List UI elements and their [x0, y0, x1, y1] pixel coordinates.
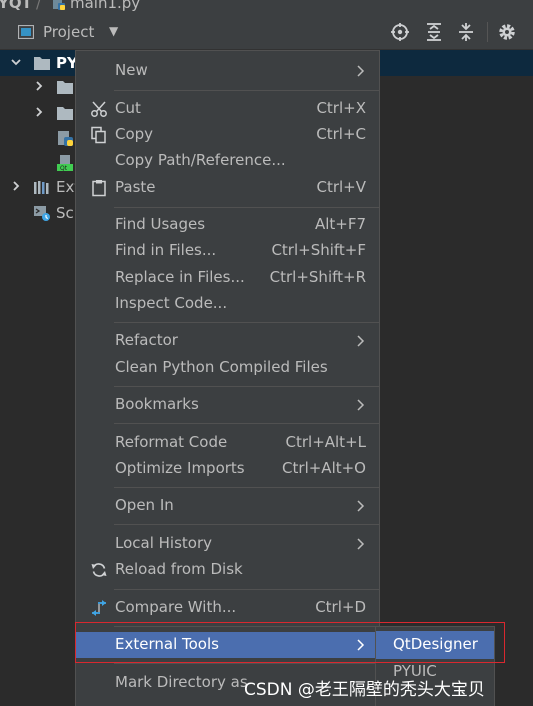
- folder-icon: [34, 57, 50, 70]
- menu-item-find-usages[interactable]: Find Usages Alt+F7: [76, 212, 379, 238]
- menu-item-reformat-code[interactable]: Reformat Code Ctrl+Alt+L: [76, 430, 379, 456]
- menu-shortcut: Ctrl+Alt+O: [282, 459, 366, 477]
- breadcrumb-separator: /: [36, 0, 42, 12]
- submenu-item-qtdesigner[interactable]: QtDesigner: [376, 631, 494, 659]
- menu-shortcut: Ctrl+V: [316, 178, 366, 196]
- chevron-right-icon: [357, 538, 365, 550]
- chevron-right-icon: [357, 399, 365, 411]
- context-menu: New Cut Ctrl+X Copy Ctrl+C Copy Path/Ref…: [75, 50, 380, 706]
- python-file-icon: [58, 131, 73, 146]
- menu-shortcut: Ctrl+Alt+L: [285, 433, 367, 451]
- project-toolwindow-header: Project ▼: [0, 14, 533, 50]
- chevron-right-icon[interactable]: [33, 80, 45, 92]
- menu-shortcut: Ctrl+C: [316, 125, 366, 143]
- locate-icon[interactable]: [390, 22, 410, 42]
- project-view-selector[interactable]: Project: [43, 23, 94, 41]
- breadcrumb-project[interactable]: YQT: [0, 0, 32, 12]
- settings-icon[interactable]: [497, 22, 517, 42]
- chevron-down-icon[interactable]: [10, 56, 22, 68]
- menu-separator: [114, 423, 379, 424]
- copy-icon: [91, 126, 106, 144]
- menu-item-copy-path[interactable]: Copy Path/Reference...: [76, 148, 379, 174]
- expand-all-icon[interactable]: [424, 22, 444, 42]
- menu-item-cut[interactable]: Cut Ctrl+X: [76, 96, 379, 122]
- menu-item-paste[interactable]: Paste Ctrl+V: [76, 175, 379, 201]
- toolbar-divider: [487, 22, 488, 42]
- breadcrumb-file[interactable]: main1.py: [70, 0, 140, 12]
- menu-item-bookmarks[interactable]: Bookmarks: [76, 392, 379, 418]
- python-file-icon: [53, 0, 65, 10]
- external-libraries-icon: [34, 181, 49, 194]
- chevron-right-icon: [357, 639, 365, 651]
- menu-item-copy[interactable]: Copy Ctrl+C: [76, 122, 379, 148]
- menu-shortcut: Ctrl+X: [316, 99, 366, 117]
- menu-separator: [114, 386, 379, 387]
- menu-item-replace-in-files[interactable]: Replace in Files... Ctrl+Shift+R: [76, 265, 379, 291]
- menu-item-reload-from-disk[interactable]: Reload from Disk: [76, 557, 379, 583]
- menu-separator: [114, 663, 379, 664]
- menu-item-clean-python-compiled[interactable]: Clean Python Compiled Files: [76, 355, 379, 381]
- chevron-right-icon: [357, 65, 365, 77]
- project-view-icon: [18, 25, 34, 39]
- menu-item-new[interactable]: New: [76, 58, 379, 84]
- menu-separator: [114, 207, 379, 208]
- menu-item-optimize-imports[interactable]: Optimize Imports Ctrl+Alt+O: [76, 456, 379, 482]
- svg-text:Qt: Qt: [60, 165, 68, 171]
- chevron-down-icon[interactable]: ▼: [109, 24, 118, 38]
- menu-item-refactor[interactable]: Refactor: [76, 328, 379, 354]
- menu-separator: [114, 322, 379, 323]
- menu-shortcut: Ctrl+D: [315, 598, 366, 616]
- menu-separator: [114, 90, 379, 91]
- menu-item-find-in-files[interactable]: Find in Files... Ctrl+Shift+F: [76, 238, 379, 264]
- compare-icon: [92, 600, 106, 616]
- chevron-right-icon[interactable]: [10, 180, 22, 192]
- tree-label: Sc: [56, 204, 74, 222]
- reload-icon: [91, 563, 107, 577]
- menu-separator: [114, 626, 379, 627]
- menu-separator: [114, 524, 379, 525]
- qt-file-icon: Qt: [57, 155, 73, 171]
- chevron-right-icon: [357, 335, 365, 347]
- menu-shortcut: Alt+F7: [314, 215, 366, 233]
- menu-item-open-in[interactable]: Open In: [76, 493, 379, 519]
- menu-shortcut: Ctrl+Shift+R: [269, 268, 366, 286]
- folder-icon: [57, 107, 73, 120]
- menu-item-inspect-code[interactable]: Inspect Code...: [76, 291, 379, 317]
- scratches-icon: [34, 206, 50, 221]
- watermark: CSDN @老王隔壁的秃头大宝贝: [244, 680, 485, 700]
- menu-item-local-history[interactable]: Local History: [76, 531, 379, 557]
- menu-separator: [114, 589, 379, 590]
- cut-icon: [91, 101, 107, 117]
- menu-item-external-tools[interactable]: External Tools: [76, 632, 379, 658]
- paste-icon: [92, 180, 106, 197]
- menu-item-compare-with[interactable]: Compare With... Ctrl+D: [76, 595, 379, 621]
- collapse-all-icon[interactable]: [456, 22, 476, 42]
- folder-icon: [57, 81, 73, 94]
- menu-separator: [114, 487, 379, 488]
- chevron-right-icon: [357, 500, 365, 512]
- chevron-right-icon[interactable]: [33, 106, 45, 118]
- navigation-breadcrumb: YQT / main1.py: [0, 0, 533, 14]
- menu-shortcut: Ctrl+Shift+F: [271, 241, 366, 259]
